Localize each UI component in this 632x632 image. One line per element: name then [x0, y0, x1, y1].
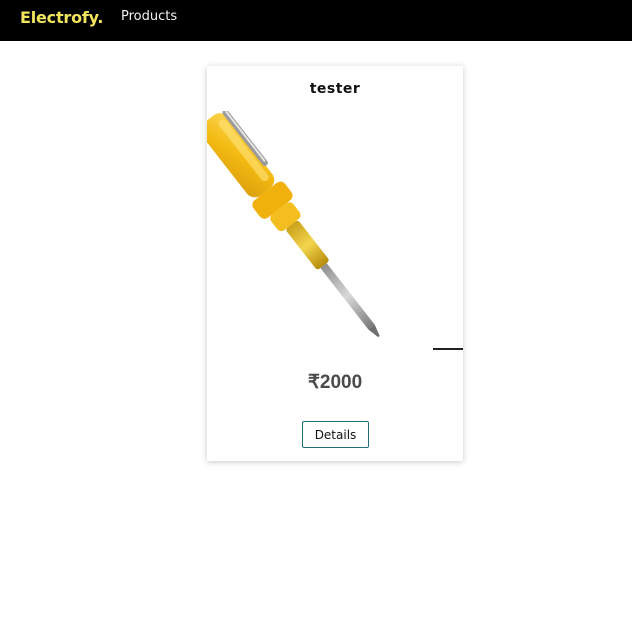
nav-link-products[interactable]: Products [121, 9, 177, 24]
navbar: Electrofy. Products [0, 0, 632, 41]
tester-screwdriver-icon [207, 111, 463, 350]
product-price: ₹2000 [307, 372, 363, 393]
details-button[interactable]: Details [302, 421, 369, 448]
brand-logo[interactable]: Electrofy. [20, 8, 103, 27]
product-title: tester [309, 81, 361, 97]
product-card: tester ₹2000 Details [207, 66, 463, 461]
